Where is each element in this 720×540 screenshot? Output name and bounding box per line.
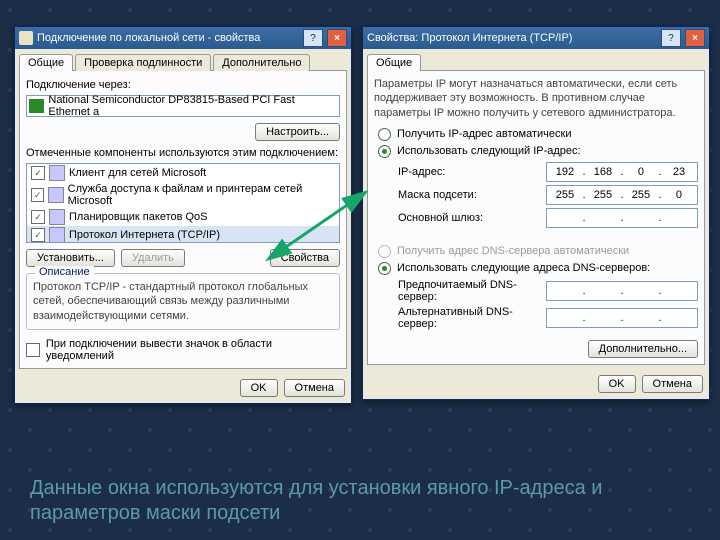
tab-auth[interactable]: Проверка подлинности: [75, 54, 211, 71]
checkbox-icon[interactable]: ✓: [31, 166, 45, 180]
nic-icon: [29, 99, 44, 113]
components-label: Отмеченные компоненты используются этим …: [26, 147, 340, 159]
slide-caption: Данные окна используются для установки я…: [30, 476, 700, 526]
titlebar[interactable]: Свойства: Протокол Интернета (TCP/IP) ? …: [363, 27, 709, 49]
mask-label: Маска подсети:: [398, 189, 546, 201]
tray-label: При подключении вывести значок в области…: [46, 338, 340, 362]
client-icon: [49, 165, 65, 181]
radio-auto-ip[interactable]: Получить IP-адрес автоматически: [378, 128, 698, 141]
lan-properties-window: Подключение по локальной сети - свойства…: [14, 26, 352, 404]
description-group: Описание Протокол TCP/IP - стандартный п…: [26, 273, 340, 330]
window-title: Подключение по локальной сети - свойства: [37, 32, 260, 44]
ip-label: IP-адрес:: [398, 166, 546, 178]
advanced-button[interactable]: Дополнительно...: [588, 340, 698, 358]
checkbox-icon[interactable]: ✓: [31, 210, 45, 224]
properties-button[interactable]: Свойства: [270, 249, 340, 267]
tab-general[interactable]: Общие: [367, 54, 421, 71]
install-button[interactable]: Установить...: [26, 249, 115, 267]
titlebar[interactable]: Подключение по локальной сети - свойства…: [15, 27, 351, 49]
intro-text: Параметры IP могут назначаться автоматич…: [374, 77, 698, 120]
help-button[interactable]: ?: [661, 29, 681, 47]
close-button[interactable]: ×: [327, 29, 347, 47]
radio-icon[interactable]: [378, 128, 391, 141]
general-pane: Подключение через: National Semiconducto…: [19, 70, 347, 369]
description-text: Протокол TCP/IP - стандартный протокол г…: [33, 280, 333, 323]
close-button[interactable]: ×: [685, 29, 705, 47]
radio-auto-dns: Получить адрес DNS-сервера автоматически: [378, 245, 698, 258]
dns2-label: Альтернативный DNS-сервер:: [398, 306, 546, 330]
tray-checkbox[interactable]: [26, 343, 40, 357]
dns1-input[interactable]: ...: [546, 281, 698, 301]
qos-icon: [49, 209, 65, 225]
remove-button: Удалить: [121, 249, 185, 267]
list-item[interactable]: ✓ Клиент для сетей Microsoft: [27, 164, 339, 182]
general-pane: Параметры IP могут назначаться автоматич…: [367, 70, 705, 365]
tcpip-properties-window: Свойства: Протокол Интернета (TCP/IP) ? …: [362, 26, 710, 400]
ok-button[interactable]: OK: [598, 375, 636, 393]
checkbox-icon[interactable]: ✓: [31, 188, 44, 202]
mask-input[interactable]: 255. 255. 255. 0: [546, 185, 698, 205]
window-icon: [19, 31, 33, 45]
gateway-label: Основной шлюз:: [398, 212, 546, 224]
cancel-button[interactable]: Отмена: [642, 375, 703, 393]
dns2-input[interactable]: ...: [546, 308, 698, 328]
tcpip-icon: [49, 227, 65, 243]
components-list[interactable]: ✓ Клиент для сетей Microsoft ✓ Служба до…: [26, 163, 340, 243]
ok-button[interactable]: OK: [240, 379, 278, 397]
tab-advanced[interactable]: Дополнительно: [213, 54, 310, 71]
list-item-tcpip[interactable]: ✓ Протокол Интернета (TCP/IP): [27, 226, 339, 243]
radio-icon[interactable]: [378, 145, 391, 158]
description-title: Описание: [35, 266, 94, 278]
adapter-name: National Semiconductor DP83815-Based PCI…: [48, 94, 337, 118]
radio-icon[interactable]: [378, 262, 391, 275]
gateway-input[interactable]: . . .: [546, 208, 698, 228]
list-item[interactable]: ✓ Служба доступа к файлам и принтерам се…: [27, 182, 339, 208]
list-item[interactable]: ✓ Планировщик пакетов QoS: [27, 208, 339, 226]
cancel-button[interactable]: Отмена: [284, 379, 345, 397]
ip-input[interactable]: 192. 168. 0. 23: [546, 162, 698, 182]
tabs: Общие Проверка подлинности Дополнительно: [15, 49, 351, 70]
adapter-combo[interactable]: National Semiconductor DP83815-Based PCI…: [26, 95, 340, 117]
connect-via-label: Подключение через:: [26, 79, 340, 91]
dns1-label: Предпочитаемый DNS-сервер:: [398, 279, 546, 303]
radio-manual-dns[interactable]: Использовать следующие адреса DNS-сервер…: [378, 262, 698, 275]
configure-button[interactable]: Настроить...: [255, 123, 340, 141]
tab-general[interactable]: Общие: [19, 54, 73, 71]
radio-manual-ip[interactable]: Использовать следующий IP-адрес:: [378, 145, 698, 158]
window-title: Свойства: Протокол Интернета (TCP/IP): [367, 32, 572, 44]
help-button[interactable]: ?: [303, 29, 323, 47]
service-icon: [48, 187, 63, 203]
checkbox-icon[interactable]: ✓: [31, 228, 45, 242]
radio-icon: [378, 245, 391, 258]
